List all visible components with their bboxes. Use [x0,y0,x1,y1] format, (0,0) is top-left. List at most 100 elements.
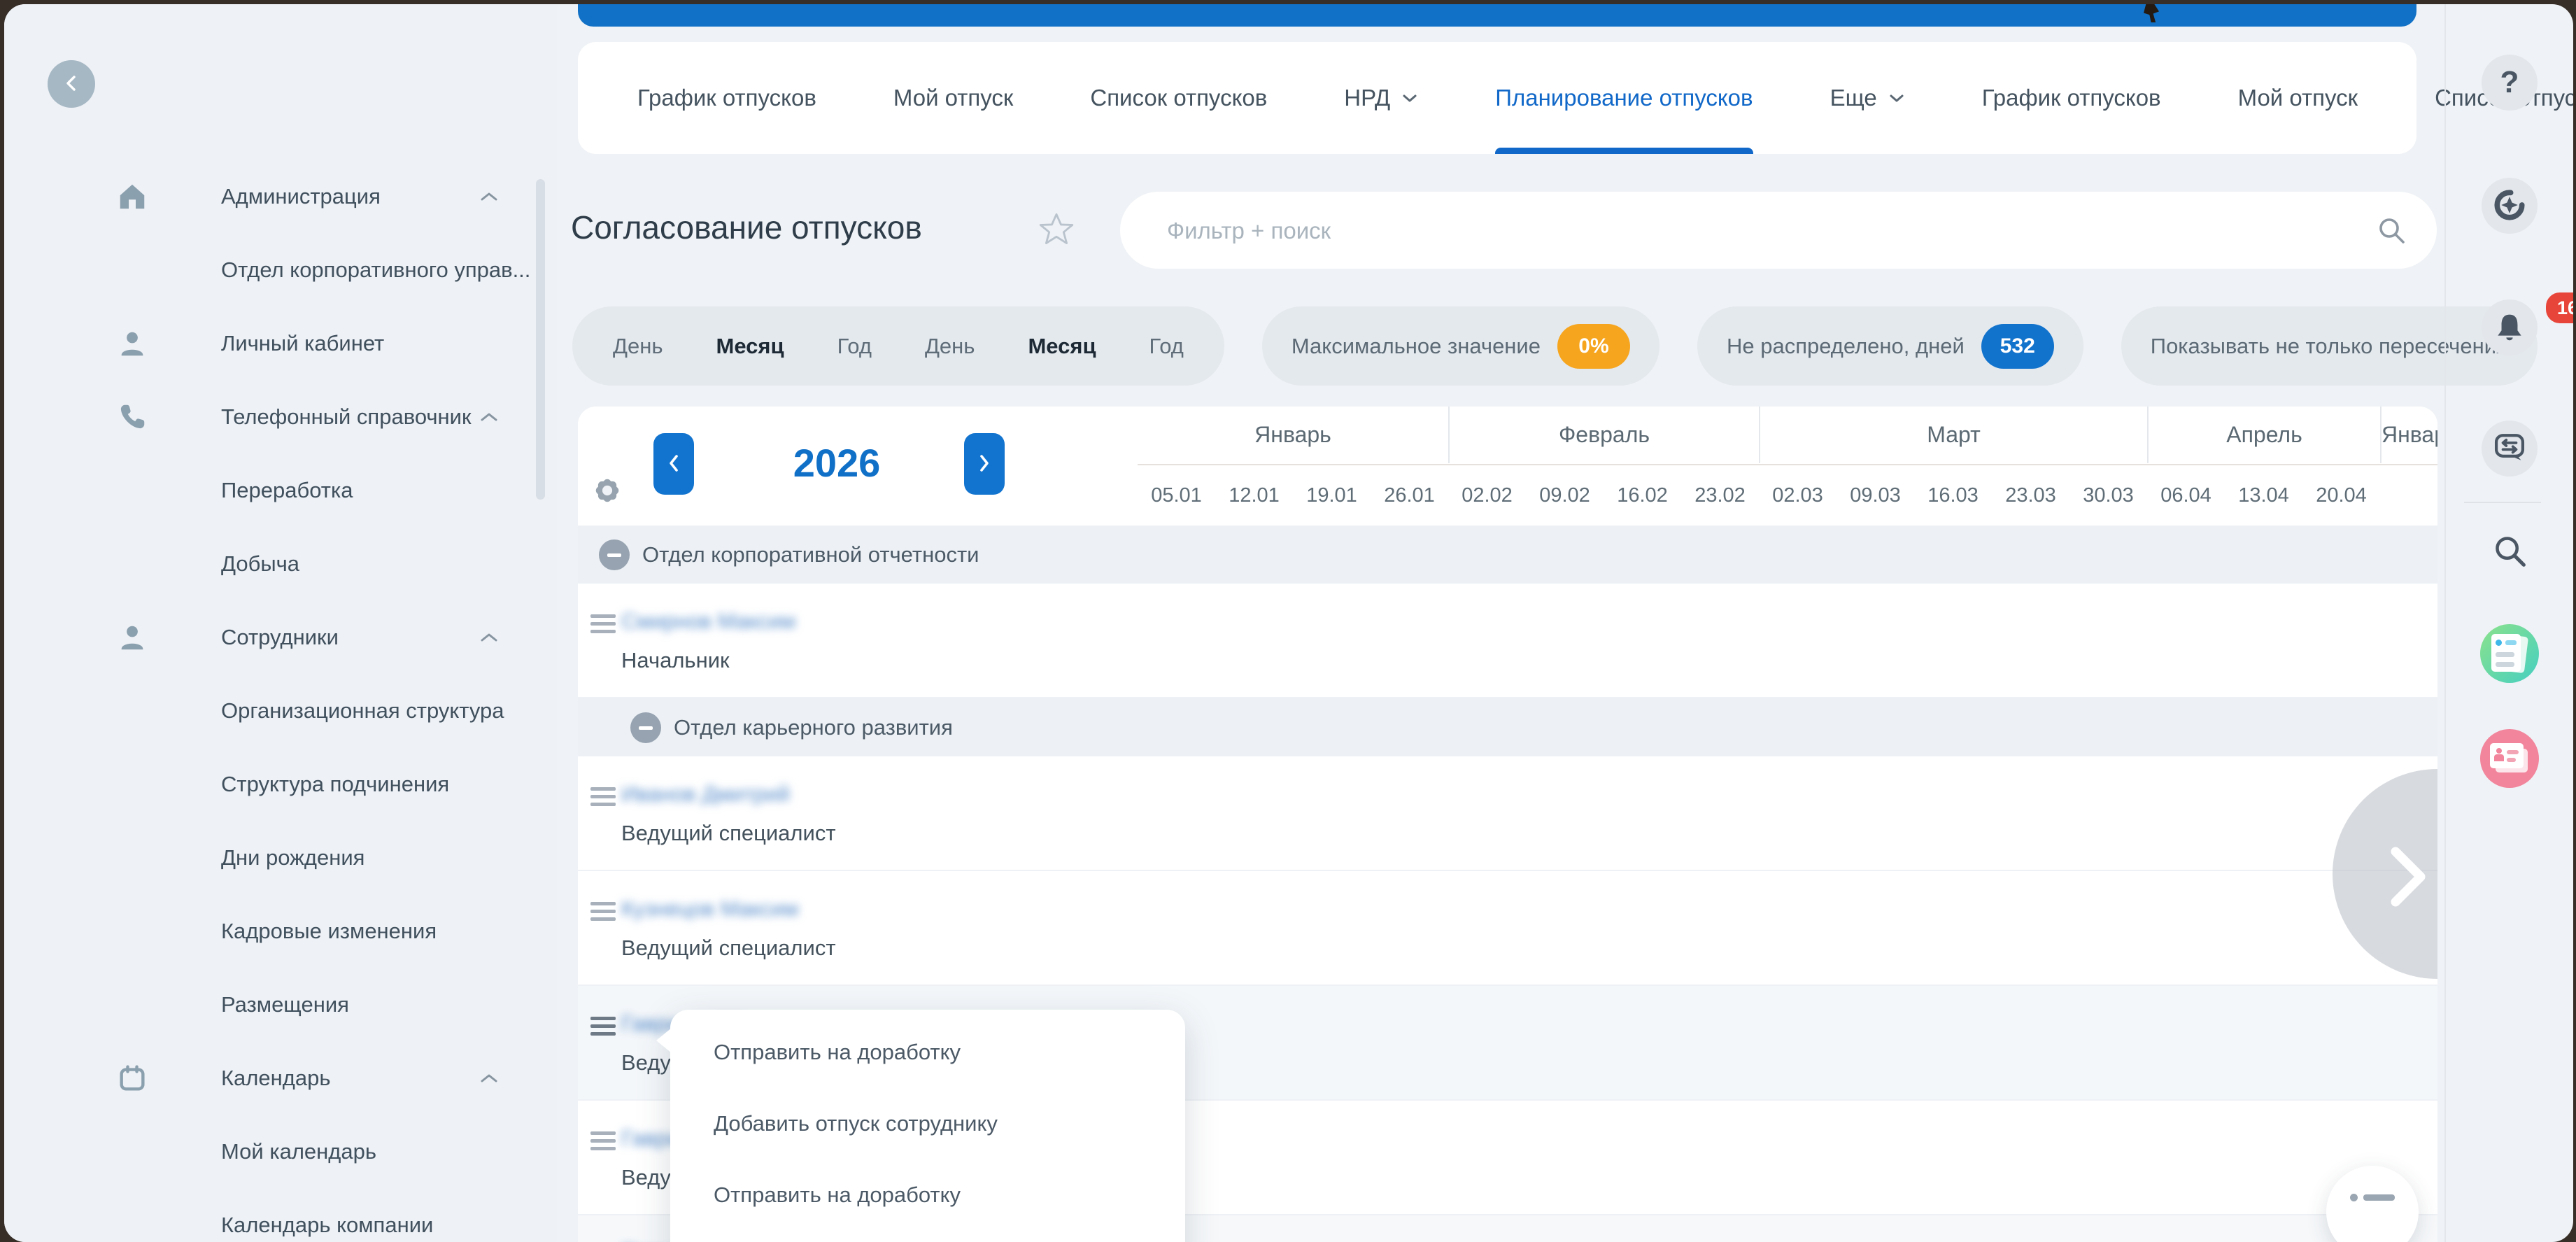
department-name: Отдел карьерного развития [674,715,953,740]
sidebar-item[interactable]: Календарь [4,1041,557,1115]
week-date-label: 06.04 [2147,484,2225,507]
sidebar-item-label: Дни рождения [221,845,365,870]
department-name: Отдел корпоративной отчетности [642,542,979,567]
sidebar-item-label: Личный кабинет [221,331,384,356]
row-menu-handle-icon[interactable] [590,1017,616,1040]
sidebar-item[interactable]: Сотрудники [4,600,557,674]
sidebar-item[interactable]: Переработка [4,453,557,527]
sidebar-item-label: Мой календарь [221,1139,376,1164]
row-menu-handle-icon[interactable] [590,614,616,637]
contacts-app-shortcut[interactable] [2480,729,2539,788]
sidebar-item-icon [116,327,221,360]
sidebar-item[interactable]: Кадровые изменения [4,894,557,968]
collapse-minus-icon[interactable] [630,712,661,743]
feedback-chat-button[interactable] [2482,421,2538,477]
collapse-minus-icon[interactable] [599,539,630,570]
tab[interactable]: Планирование отпусков [1457,42,1791,154]
search-input[interactable] [1166,192,2358,270]
department-row-content: Отдел карьерного развития [578,712,953,743]
notifications-button[interactable]: 16 [2482,299,2538,355]
view-switch-option[interactable]: Год [1123,334,1210,359]
news-app-shortcut[interactable] [2480,624,2539,683]
sidebar-item-icon [116,181,221,213]
sidebar-item-label: Сотрудники [221,625,339,650]
tab[interactable]: НРД [1305,42,1457,154]
employee-position: Начальник [621,648,730,673]
sidebar-item-label: Календарь [221,1066,330,1091]
tab[interactable]: Еще [1792,42,1944,154]
table-row: Отдел карьерного развития [578,698,2437,756]
search-icon[interactable] [2375,214,2407,250]
employee-name-link[interactable]: Кузнецов Максим [621,896,798,922]
tab[interactable]: Мой отпуск [855,42,1052,154]
view-switch-option[interactable]: Год [811,334,898,359]
ai-assistant-button[interactable] [2482,178,2538,234]
tab[interactable]: Список отпусков [1052,42,1305,154]
employee-position: Ведущий специалист [621,936,836,961]
sidebar-item[interactable]: Отдел корпоративного управ... [4,233,557,306]
week-date-label: 09.03 [1837,484,1914,507]
week-date-label: 26.01 [1371,484,1448,507]
view-switch-option[interactable]: Месяц [690,334,811,359]
chevron-right-icon [2380,845,2436,909]
sidebar-item[interactable]: Мой календарь [4,1115,557,1188]
sidebar-item-label: Организационная структура [221,698,504,724]
app-window: Администрация Отдел корпоративного управ… [4,4,2573,1242]
tab[interactable]: Мой отпуск [2200,42,2397,154]
filter-chip[interactable]: Максимальное значение 0% [1262,306,1659,386]
sidebar-item-label: Кадровые изменения [221,919,437,944]
employee-name-link[interactable]: Иванов Дмитрий [621,782,790,807]
sidebar-item-label: Размещения [221,992,349,1017]
context-menu-item[interactable]: Отправить на доработку [670,1159,1185,1231]
calendar-header: 2026 Январь 05.0112.0119.0126.01 Февраль… [578,407,2437,525]
tab-label: НРД [1344,85,1390,111]
row-menu-handle-icon[interactable] [590,1131,616,1155]
help-button[interactable]: ? [2482,55,2538,111]
favorite-star-icon[interactable] [1038,211,1075,248]
context-menu-item[interactable]: Добавить отпуск сотруднику [670,1231,1185,1242]
sidebar-item[interactable]: Администрация [4,160,557,233]
month-label: Апрель [2147,407,2380,463]
gear-icon[interactable] [590,474,624,507]
sidebar-item[interactable]: Организационная структура [4,674,557,747]
chevron-up-icon[interactable] [479,190,500,203]
chevron-up-icon[interactable] [479,1072,500,1085]
view-switch-option[interactable]: Месяц [1001,334,1122,359]
sidebar-collapse-button[interactable] [48,60,95,108]
search-icon [2491,532,2528,571]
filter-chip[interactable]: Не распределено, дней 532 [1697,306,2083,386]
previous-year-button[interactable] [653,433,694,495]
sidebar-item[interactable]: Личный кабинет [4,306,557,380]
context-menu-item[interactable]: Добавить отпуск сотруднику [670,1088,1185,1159]
global-search-button[interactable] [2482,523,2538,579]
sidebar-item[interactable]: Телефонный справочник [4,380,557,453]
chevron-up-icon[interactable] [479,411,500,423]
month-label: Февраль [1448,407,1759,463]
row-menu-handle-icon[interactable] [590,902,616,925]
timeline-month: Февраль 02.0209.0216.0223.02 [1448,407,1759,525]
employee-name-link[interactable]: Смирнов Максим [621,609,795,634]
sidebar-item[interactable]: Добыча [4,527,557,600]
week-date-label: 16.03 [1914,484,1992,507]
sidebar-item[interactable]: Дни рождения [4,821,557,894]
chevron-up-icon[interactable] [479,631,500,644]
mouse-cursor-icon [2144,4,2159,22]
tab[interactable]: График отпусков [1944,42,2200,154]
month-label: Январь [1138,407,1448,463]
week-date-label: 23.03 [1992,484,2069,507]
sidebar-item[interactable]: Календарь компании [4,1188,557,1242]
bell-icon [2493,310,2526,346]
sidebar-item-label: Телефонный справочник [221,404,472,430]
context-menu-item[interactable]: Отправить на доработку [670,1017,1185,1088]
timeline-month: Январь [2380,407,2437,525]
sidebar-item[interactable]: Структура подчинения [4,747,557,821]
sidebar-item-icon [116,621,221,654]
next-year-button[interactable] [964,433,1005,495]
tab-label: Список отпусков [1090,85,1267,111]
sidebar-scrollbar[interactable] [536,179,545,500]
tab[interactable]: График отпусков [599,42,855,154]
sidebar-item[interactable]: Размещения [4,968,557,1041]
row-menu-handle-icon[interactable] [590,787,616,810]
view-switch-option[interactable]: День [898,334,1002,359]
view-switch-option[interactable]: День [586,334,690,359]
